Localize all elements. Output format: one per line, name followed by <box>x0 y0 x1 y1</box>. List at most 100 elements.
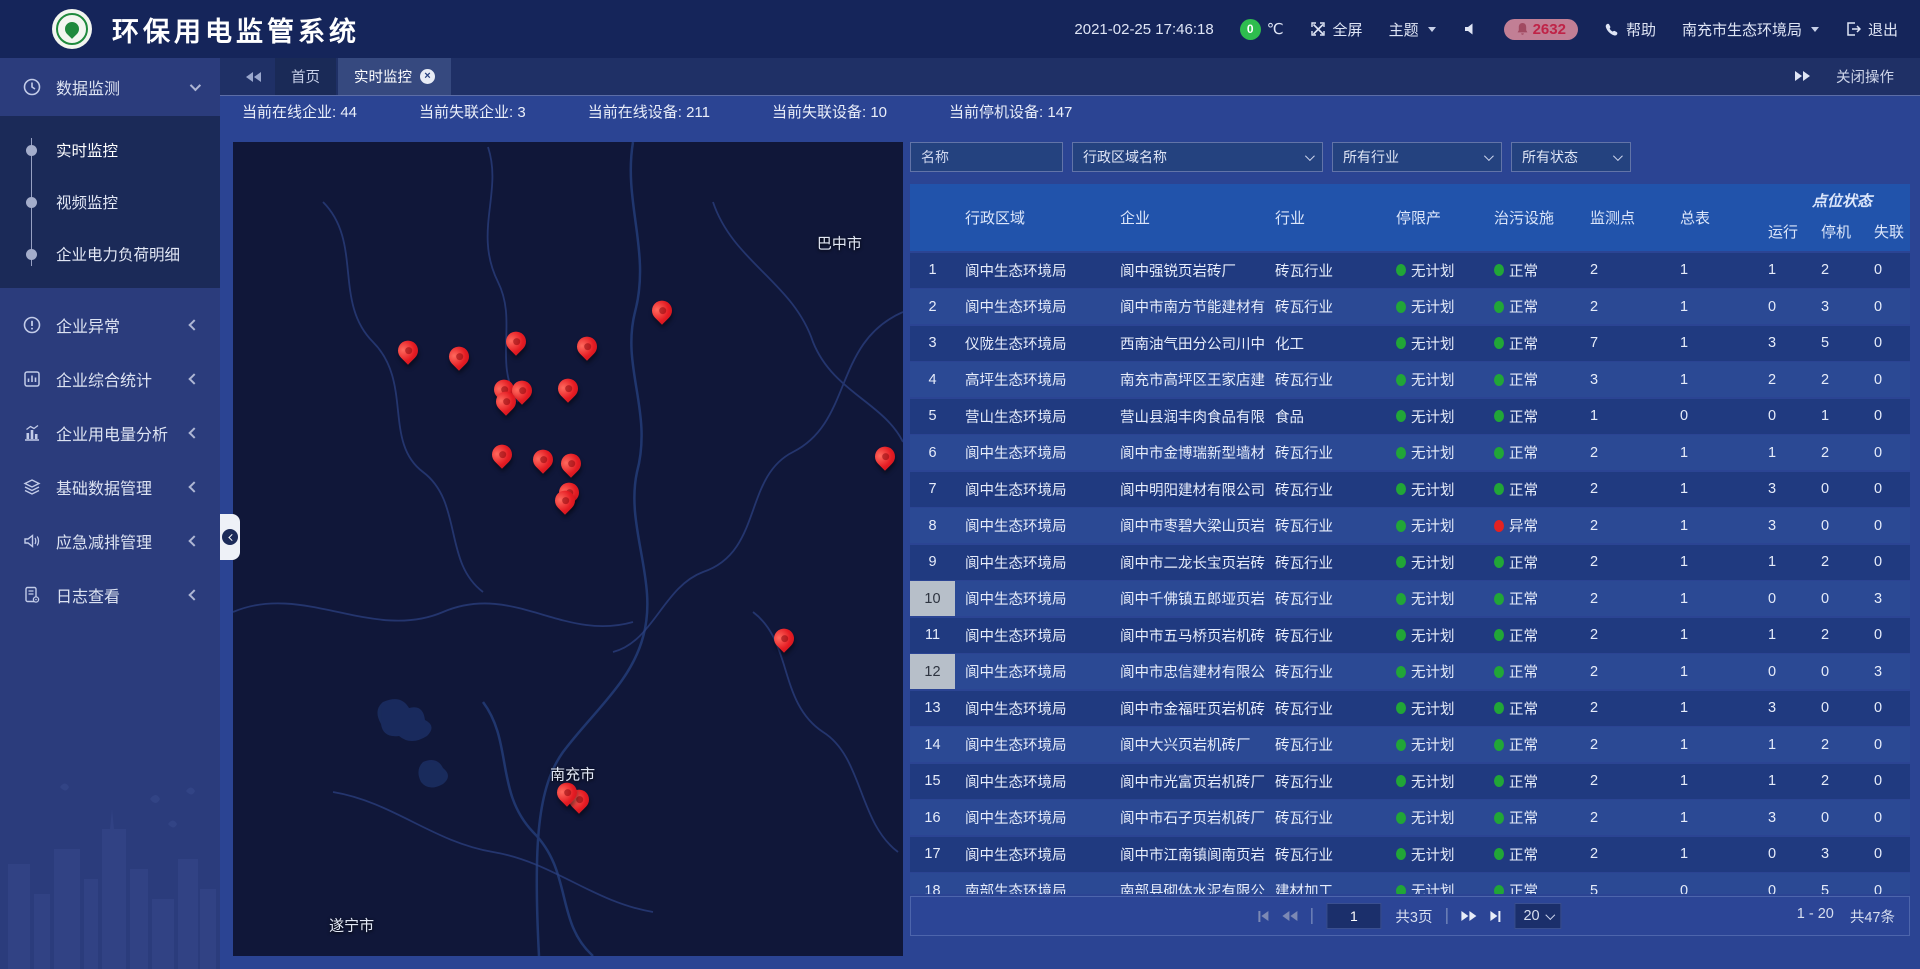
page-size-select[interactable]: 20 <box>1514 903 1561 929</box>
table-row[interactable]: 5 营山生态环境局 营山县润丰肉食品有限 食品 无计划 正常 <box>910 399 1910 434</box>
facility-status-dot <box>1494 337 1504 349</box>
cell-run: 3 <box>1760 508 1815 543</box>
table-row[interactable]: 17 阆中生态环境局 阆中市江南镇阆南页岩 砖瓦行业 无计划 正常 <box>910 837 1910 872</box>
cell-lost: 0 <box>1870 362 1910 397</box>
limit-status-dot <box>1396 848 1406 860</box>
chevron-left-icon <box>188 481 199 492</box>
cell-points: 5 <box>1582 873 1670 894</box>
sidebar-item-emergency-reduction[interactable]: 应急减排管理 <box>0 514 220 568</box>
facility-status-dot <box>1494 410 1504 422</box>
table-row[interactable]: 14 阆中生态环境局 阆中大兴页岩机砖厂 砖瓦行业 无计划 正常 <box>910 727 1910 762</box>
table-row[interactable]: 6 阆中生态环境局 阆中市金博瑞新型墙材 砖瓦行业 无计划 正常 <box>910 435 1910 470</box>
facility-status-dot <box>1494 739 1504 751</box>
status-filter-select[interactable]: 所有状态 <box>1511 142 1631 172</box>
divider <box>1446 908 1447 924</box>
sidebar-item-enterprise-statistics[interactable]: 企业综合统计 <box>0 352 220 406</box>
map-panel[interactable]: 巴中市南充市遂宁市 <box>233 142 903 956</box>
help-button[interactable]: 帮助 <box>1604 19 1656 40</box>
facility-status-dot <box>1494 301 1504 313</box>
sidebar-item-enterprise-abnormal[interactable]: 企业异常 <box>0 298 220 352</box>
cell-facility: 正常 <box>1485 253 1582 288</box>
alarm-badge[interactable]: 2632 <box>1504 19 1578 40</box>
cell-stop: 3 <box>1815 837 1870 872</box>
sidebar-subitem-video-monitor[interactable]: 视频监控 <box>0 176 220 228</box>
cell-meters: 1 <box>1670 362 1760 397</box>
tab-realtime-monitor[interactable]: 实时监控 × <box>338 58 451 95</box>
cell-run: 1 <box>1760 545 1815 580</box>
table-row[interactable]: 8 阆中生态环境局 阆中市枣碧大梁山页岩 砖瓦行业 无计划 异常 <box>910 508 1910 543</box>
page-number-input[interactable] <box>1326 903 1381 929</box>
limit-status-dot <box>1396 702 1406 714</box>
table-row[interactable]: 12 阆中生态环境局 阆中市忠信建材有限公 砖瓦行业 无计划 正常 <box>910 654 1910 689</box>
cell-points: 2 <box>1582 253 1670 288</box>
cell-region: 阆中生态环境局 <box>955 253 1110 288</box>
header-facility: 治污设施 <box>1485 184 1582 251</box>
cell-industry: 砖瓦行业 <box>1265 837 1380 872</box>
cell-meters: 1 <box>1670 837 1760 872</box>
skyline-decoration <box>0 769 220 969</box>
app-root: 环保用电监管系统 2021-02-25 17:46:18 0 ℃ 全屏 主题 <box>0 0 1920 969</box>
tabs-scroll-left-button[interactable] <box>232 58 275 95</box>
table-row[interactable]: 15 阆中生态环境局 阆中市光富页岩机砖厂 砖瓦行业 无计划 正常 <box>910 764 1910 799</box>
row-number: 18 <box>910 873 955 894</box>
name-search-input[interactable] <box>910 142 1063 172</box>
table-row[interactable]: 9 阆中生态环境局 阆中市二龙长宝页岩砖 砖瓦行业 无计划 正常 <box>910 545 1910 580</box>
cell-stop: 5 <box>1815 873 1870 894</box>
logout-button[interactable]: 退出 <box>1845 19 1898 40</box>
last-page-button[interactable] <box>1490 911 1500 922</box>
table-row[interactable]: 16 阆中生态环境局 阆中市石子页岩机砖厂 砖瓦行业 无计划 正常 <box>910 800 1910 835</box>
sidebar-item-data-monitoring[interactable]: 数据监测 <box>0 58 220 116</box>
cell-lost: 0 <box>1870 727 1910 762</box>
table-row[interactable]: 18 南部生态环境局 南部县砌体水泥有限公 建材加工 无计划 正常 <box>910 873 1910 894</box>
cell-limit: 无计划 <box>1380 727 1485 762</box>
table-row[interactable]: 13 阆中生态环境局 阆中市金福旺页岩机砖 砖瓦行业 无计划 正常 <box>910 691 1910 726</box>
prev-page-button[interactable] <box>1282 911 1297 921</box>
sidebar-collapse-button[interactable] <box>220 514 240 560</box>
chevron-down-icon <box>190 80 201 91</box>
menu-node-icon <box>26 145 37 156</box>
cell-region: 阆中生态环境局 <box>955 289 1110 324</box>
cell-company: 南部县砌体水泥有限公 <box>1110 873 1265 894</box>
sidebar-subitem-power-load-detail[interactable]: 企业电力负荷明细 <box>0 228 220 280</box>
tabs-scroll-right-button[interactable] <box>1795 71 1810 81</box>
table-row[interactable]: 10 阆中生态环境局 阆中千佛镇五郎垭页岩 砖瓦行业 无计划 正常 <box>910 581 1910 616</box>
sidebar-item-log-view[interactable]: 日志查看 <box>0 568 220 622</box>
cell-run: 3 <box>1760 691 1815 726</box>
cell-industry: 砖瓦行业 <box>1265 545 1380 580</box>
table-row[interactable]: 11 阆中生态环境局 阆中市五马桥页岩机砖 砖瓦行业 无计划 正常 <box>910 618 1910 653</box>
theme-menu[interactable]: 主题 <box>1389 19 1436 40</box>
table-row[interactable]: 3 仪陇生态环境局 西南油气田分公司川中 化工 无计划 正常 <box>910 326 1910 361</box>
sidebar-item-power-usage-analysis[interactable]: 企业用电量分析 <box>0 406 220 460</box>
mute-button[interactable] <box>1462 21 1478 37</box>
region-filter-select[interactable]: 行政区域名称 <box>1072 142 1323 172</box>
first-page-button[interactable] <box>1258 911 1268 922</box>
tab-bar: 首页 实时监控 × 关闭操作 <box>220 58 1920 96</box>
header-industry: 行业 <box>1265 184 1380 251</box>
tab-home[interactable]: 首页 <box>275 58 336 95</box>
table-row[interactable]: 2 阆中生态环境局 阆中市南方节能建材有 砖瓦行业 无计划 正常 <box>910 289 1910 324</box>
chevron-down-icon <box>1613 151 1623 161</box>
next-page-button[interactable] <box>1461 911 1476 921</box>
facility-status-dot <box>1494 483 1504 495</box>
sidebar-subitem-realtime-monitor[interactable]: 实时监控 <box>0 124 220 176</box>
table-row[interactable]: 4 高坪生态环境局 南充市高坪区王家店建 砖瓦行业 无计划 正常 <box>910 362 1910 397</box>
sidebar-submenu: 实时监控 视频监控 企业电力负荷明细 <box>0 116 220 288</box>
cell-region: 阆中生态环境局 <box>955 727 1110 762</box>
cell-stop: 1 <box>1815 399 1870 434</box>
row-number: 8 <box>910 508 955 543</box>
org-menu[interactable]: 南充市生态环境局 <box>1682 19 1819 40</box>
cell-stop: 0 <box>1815 581 1870 616</box>
table-row[interactable]: 1 阆中生态环境局 阆中强锐页岩砖厂 砖瓦行业 无计划 正常 <box>910 253 1910 288</box>
sidebar-item-base-data[interactable]: 基础数据管理 <box>0 460 220 514</box>
chevron-left-icon <box>188 589 199 600</box>
close-operations-button[interactable]: 关闭操作 <box>1836 66 1894 87</box>
cell-region: 阆中生态环境局 <box>955 581 1110 616</box>
cell-lost: 0 <box>1870 399 1910 434</box>
tab-close-icon[interactable]: × <box>420 69 435 84</box>
temperature-unit: ℃ <box>1267 20 1284 38</box>
header-run: 运行 <box>1760 212 1815 251</box>
fullscreen-button[interactable]: 全屏 <box>1310 19 1363 40</box>
cell-facility: 正常 <box>1485 837 1582 872</box>
table-row[interactable]: 7 阆中生态环境局 阆中明阳建材有限公司 砖瓦行业 无计划 正常 <box>910 472 1910 507</box>
industry-filter-select[interactable]: 所有行业 <box>1332 142 1502 172</box>
